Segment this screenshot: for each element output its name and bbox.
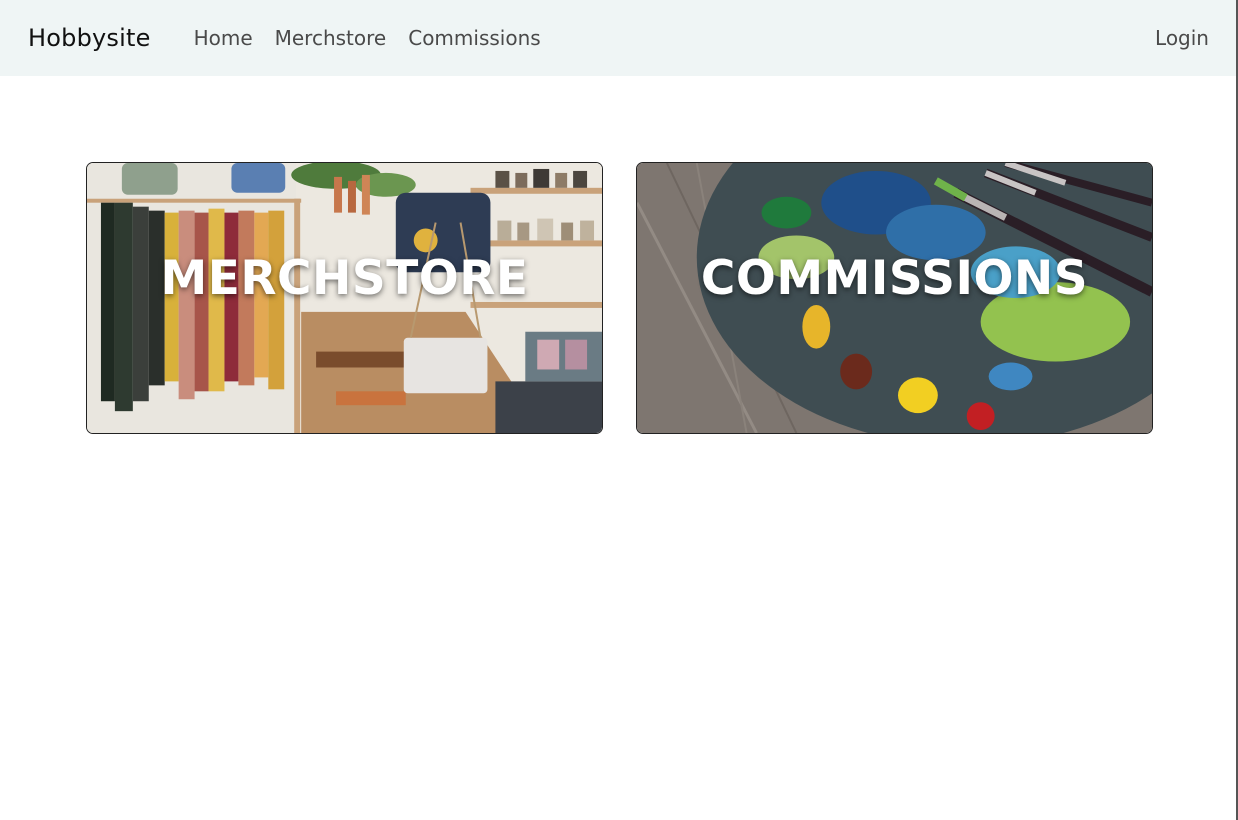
nav-link-commissions[interactable]: Commissions (408, 26, 540, 50)
brand-link[interactable]: Hobbysite (28, 24, 151, 52)
merchstore-card-title: MERCHSTORE (160, 251, 529, 306)
login-link[interactable]: Login (1155, 26, 1209, 50)
nav-links: Home Merchstore Commissions (194, 26, 563, 50)
commissions-card-title: COMMISSIONS (700, 251, 1089, 306)
merchstore-card[interactable]: MERCHSTORE (86, 162, 603, 434)
page: Hobbysite Home Merchstore Commissions Lo… (0, 0, 1238, 820)
nav-link-home[interactable]: Home (194, 26, 253, 50)
navbar: Hobbysite Home Merchstore Commissions Lo… (0, 0, 1236, 76)
commissions-card[interactable]: COMMISSIONS (636, 162, 1153, 434)
nav-link-merchstore[interactable]: Merchstore (275, 26, 387, 50)
category-cards: MERCHSTORE COMMISSIONS (86, 162, 1153, 434)
